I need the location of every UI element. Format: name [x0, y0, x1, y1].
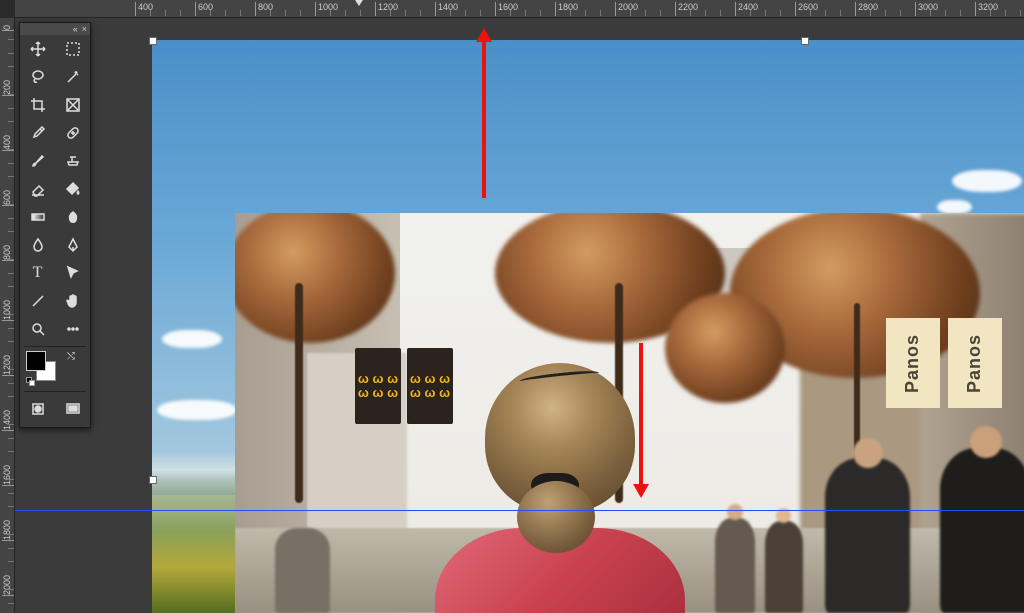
ruler-horizontal[interactable]: 4006008001000120014001600180020002200240…: [15, 0, 1024, 18]
cloud-shape: [157, 400, 237, 420]
pedestrian-shape: [715, 518, 755, 613]
quickmask-tool[interactable]: [20, 395, 55, 423]
pedestrian-shape: [275, 528, 330, 613]
annotation-arrow-down: [633, 343, 649, 498]
lasso-tool[interactable]: [20, 63, 55, 91]
ruler-playhead-icon: [355, 0, 363, 6]
pen-tool[interactable]: [55, 231, 90, 259]
selection-handle-tr[interactable]: [801, 37, 809, 45]
ruler-vertical[interactable]: 0200400600800100012001400160018002000: [0, 18, 15, 613]
ruler-tick: 2000: [615, 2, 638, 16]
reset-colors-icon[interactable]: [26, 377, 36, 387]
move-tool[interactable]: [20, 35, 55, 63]
tool-grid: T: [20, 35, 90, 343]
magic-wand-tool[interactable]: [55, 63, 90, 91]
ruler-tick: 2200: [675, 2, 698, 16]
cloud-shape: [937, 200, 972, 214]
mcdonalds-banner: ω ω ω ω ω ω: [355, 348, 401, 424]
cloud-shape: [952, 170, 1022, 192]
crop-tool[interactable]: [20, 91, 55, 119]
gradient-tool[interactable]: [20, 203, 55, 231]
text-tool[interactable]: T: [20, 259, 55, 287]
close-icon[interactable]: ×: [82, 24, 87, 34]
ruler-tick: 1400: [2, 408, 14, 431]
options-tool[interactable]: [55, 315, 90, 343]
ruler-tick: 2400: [735, 2, 758, 16]
hand-tool[interactable]: [55, 287, 90, 315]
ruler-tick: 1000: [2, 298, 14, 321]
panos-banner: Panos: [948, 318, 1002, 408]
cloud-shape: [162, 330, 222, 348]
ruler-tick: 1600: [2, 463, 14, 486]
eraser-tool[interactable]: [20, 175, 55, 203]
eyedropper-tool[interactable]: [20, 119, 55, 147]
ruler-tick: 3000: [915, 2, 938, 16]
annotation-arrow-up: [476, 28, 492, 198]
blur-tool[interactable]: [20, 231, 55, 259]
ruler-tick: 2800: [855, 2, 878, 16]
toolbox-panel[interactable]: « × T ⤭: [19, 22, 91, 428]
ruler-tick: 1400: [435, 2, 458, 16]
ruler-tick: 1800: [555, 2, 578, 16]
horizon-shape: [152, 452, 247, 497]
smudge-tool[interactable]: [55, 203, 90, 231]
layer-foreground-street[interactable]: ω ω ω ω ω ω ω ω ω ω ω ω Panos Panos: [235, 213, 1024, 613]
ruler-tick: 1000: [315, 2, 338, 16]
color-swatches[interactable]: ⤭: [26, 351, 84, 387]
grass-shape: [152, 495, 247, 613]
pedestrian-shape: [765, 521, 803, 613]
ruler-tick: 1200: [375, 2, 398, 16]
ruler-tick: 1800: [2, 518, 14, 541]
zoom-tool[interactable]: [20, 315, 55, 343]
fill-tool[interactable]: [55, 175, 90, 203]
trunk-shape: [295, 283, 303, 503]
pedestrian-shape: [825, 458, 910, 613]
transform-tool[interactable]: [55, 91, 90, 119]
ruler-tick: 1600: [495, 2, 518, 16]
panos-banner: Panos: [886, 318, 940, 408]
clone-stamp-tool[interactable]: [55, 147, 90, 175]
collapse-icon[interactable]: «: [73, 24, 78, 34]
selection-handle-tl[interactable]: [149, 37, 157, 45]
line-tool[interactable]: [20, 287, 55, 315]
path-select-tool[interactable]: [55, 259, 90, 287]
foreground-color-swatch[interactable]: [26, 351, 46, 371]
screenmode-tool[interactable]: [55, 395, 90, 423]
pedestrian-shape: [940, 448, 1024, 613]
ruler-tick: 0: [2, 23, 14, 31]
ruler-tick: 2000: [2, 573, 14, 596]
ruler-tick: 2600: [795, 2, 818, 16]
swap-colors-icon[interactable]: ⤭: [67, 351, 75, 362]
person-foreground: [425, 363, 695, 613]
canvas-area[interactable]: ω ω ω ω ω ω ω ω ω ω ω ω Panos Panos: [15, 18, 1024, 613]
rectangle-select-tool[interactable]: [55, 35, 90, 63]
ruler-tick: 3200: [975, 2, 998, 16]
healing-tool[interactable]: [55, 119, 90, 147]
toolbox-header[interactable]: « ×: [20, 23, 90, 35]
ruler-tick: 1200: [2, 353, 14, 376]
brush-tool[interactable]: [20, 147, 55, 175]
selection-handle-ml[interactable]: [149, 476, 157, 484]
guide-line-horizontal[interactable]: [15, 510, 1024, 511]
